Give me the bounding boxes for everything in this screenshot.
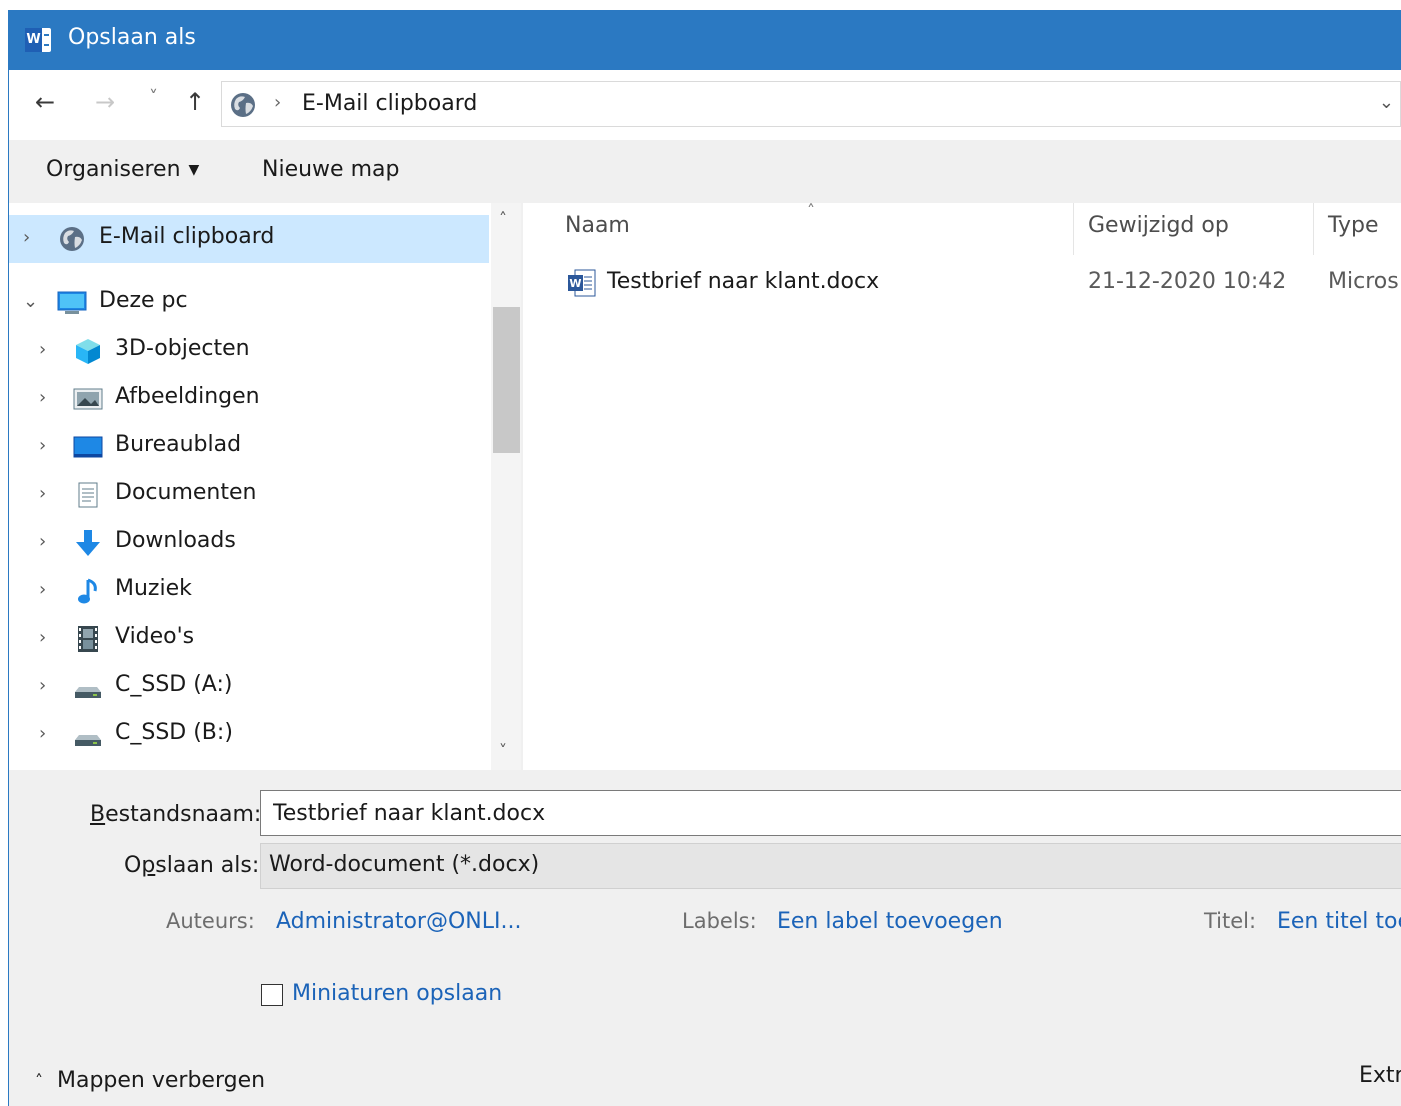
tree-item-videos[interactable]: › Video's xyxy=(9,615,489,663)
forward-button[interactable]: → xyxy=(95,88,115,116)
organize-button[interactable]: Organiseren ▼ xyxy=(46,157,199,182)
breadcrumb-email-clipboard[interactable]: E-Mail clipboard xyxy=(302,91,477,116)
tree-item-this-pc[interactable]: ⌄ Deze pc xyxy=(9,279,489,327)
up-button[interactable]: ↑ xyxy=(185,88,205,116)
authors-field[interactable]: Administrator@ONLI... xyxy=(276,909,521,934)
svg-text:W: W xyxy=(569,277,581,290)
tree-item-3d-objects[interactable]: › 3D-objecten xyxy=(9,327,489,375)
chevron-right-icon[interactable]: › xyxy=(39,675,46,696)
documents-icon xyxy=(78,482,98,508)
back-button[interactable]: ← xyxy=(35,88,55,116)
chevron-right-icon[interactable]: › xyxy=(39,435,46,456)
breadcrumb-separator: › xyxy=(274,92,282,113)
globe-icon xyxy=(60,227,84,251)
labels-field[interactable]: Een label toevoegen xyxy=(777,909,1003,934)
word-document-icon: W xyxy=(568,269,596,297)
tree-item-drive-b[interactable]: › C_SSD (B:) xyxy=(9,711,489,759)
pictures-icon xyxy=(73,388,103,410)
file-modified: 21-12-2020 10:42 xyxy=(1088,269,1287,294)
hide-folders-label: Mappen verbergen xyxy=(57,1068,266,1093)
tree-item-label: C_SSD (A:) xyxy=(115,672,233,697)
chevron-right-icon[interactable]: › xyxy=(39,483,46,504)
pc-icon xyxy=(57,291,87,314)
tree-item-label: Muziek xyxy=(115,576,192,601)
chevron-right-icon[interactable]: › xyxy=(39,339,46,360)
recent-locations-button[interactable]: ˅ xyxy=(149,87,158,108)
downloads-icon xyxy=(76,530,100,556)
tree-item-label: Downloads xyxy=(115,528,236,553)
cube-icon xyxy=(76,339,100,364)
tree-item-music[interactable]: › Muziek xyxy=(9,567,489,615)
tree-item-pictures[interactable]: › Afbeeldingen xyxy=(9,375,489,423)
tree-item-drive-a[interactable]: › C_SSD (A:) xyxy=(9,663,489,711)
desktop-icon xyxy=(73,436,103,458)
tree-item-label: Documenten xyxy=(115,480,257,505)
title-label: Titel: xyxy=(1204,909,1257,933)
chevron-down-icon[interactable]: ⌄ xyxy=(1379,92,1394,113)
column-header-type[interactable]: Type xyxy=(1328,213,1379,238)
scroll-up-icon[interactable]: ˄ xyxy=(499,209,507,228)
file-name: Testbrief naar klant.docx xyxy=(607,269,880,294)
chevron-right-icon[interactable]: › xyxy=(39,723,46,744)
caret-down-icon: ▼ xyxy=(188,162,200,178)
tree-item-documents[interactable]: › Documenten xyxy=(9,471,489,519)
column-header-name[interactable]: Naam xyxy=(565,213,630,238)
scroll-down-icon[interactable]: ˅ xyxy=(499,741,507,760)
word-app-icon: W xyxy=(25,28,51,52)
navigation-bar: ← → ˅ ↑ › E-Mail clipboard ⌄ xyxy=(9,70,1401,140)
tree-item-downloads[interactable]: › Downloads xyxy=(9,519,489,567)
save-thumbnails-checkbox[interactable] xyxy=(261,984,283,1006)
filename-label: Bestandsnaam: xyxy=(90,802,262,827)
music-icon xyxy=(78,578,97,604)
savetype-label: Opslaan als: xyxy=(124,853,260,878)
save-thumbnails-label[interactable]: Miniaturen opslaan xyxy=(292,981,502,1006)
file-list: ˄ Naam Gewijzigd op Type W Testbrief naa… xyxy=(523,201,1401,770)
word-icon-letter: W xyxy=(25,28,42,52)
tree-item-label: Afbeeldingen xyxy=(115,384,260,409)
sort-caret-icon: ˄ xyxy=(807,201,815,220)
navigation-pane: › E-Mail clipboard ⌄ Deze pc › 3D-object… xyxy=(9,203,521,770)
save-as-dialog: W Opslaan als ← → ˅ ↑ › E-Mail clipboard… xyxy=(8,10,1401,1106)
organize-label: Organiseren xyxy=(46,157,181,182)
chevron-down-icon[interactable]: ⌄ xyxy=(23,291,38,312)
filename-input[interactable] xyxy=(260,790,1401,836)
scrollbar-thumb[interactable] xyxy=(493,307,520,453)
new-folder-button[interactable]: Nieuwe map xyxy=(262,157,399,182)
tree-scrollbar[interactable]: ˄ ˅ xyxy=(491,203,521,770)
globe-icon xyxy=(231,93,255,117)
tree-item-label: C_SSD (B:) xyxy=(115,720,233,745)
tree-item-label: Video's xyxy=(115,624,195,649)
labels-label: Labels: xyxy=(682,909,757,933)
chevron-right-icon[interactable]: › xyxy=(39,387,46,408)
tree-item-label: E-Mail clipboard xyxy=(99,224,275,249)
window-title: Opslaan als xyxy=(68,25,196,50)
drive-icon xyxy=(75,687,101,698)
tree-item-label: Deze pc xyxy=(99,288,188,313)
chevron-right-icon[interactable]: › xyxy=(39,531,46,552)
video-icon xyxy=(78,626,98,652)
tree-item-desktop[interactable]: › Bureaublad xyxy=(9,423,489,471)
drive-icon xyxy=(75,735,101,746)
file-type: Micros xyxy=(1328,269,1399,294)
column-header-modified[interactable]: Gewijzigd op xyxy=(1088,213,1229,238)
tree-item-label: 3D-objecten xyxy=(115,336,250,361)
hide-folders-button[interactable]: ˄ Mappen verbergen xyxy=(35,1068,265,1093)
tree-item-email-clipboard[interactable]: › E-Mail clipboard xyxy=(9,215,489,263)
command-bar: Organiseren ▼ Nieuwe map xyxy=(9,140,1401,203)
address-bar[interactable]: › E-Mail clipboard ⌄ xyxy=(221,81,1401,127)
tools-button[interactable]: Extr xyxy=(1359,1063,1401,1088)
title-bar: W Opslaan als xyxy=(9,10,1401,70)
savetype-select[interactable]: Word-document (*.docx) xyxy=(260,843,1401,889)
authors-label: Auteurs: xyxy=(166,909,255,933)
chevron-right-icon[interactable]: › xyxy=(23,227,30,248)
chevron-up-icon: ˄ xyxy=(35,1071,43,1090)
title-field[interactable]: Een titel toe xyxy=(1277,909,1401,934)
chevron-right-icon[interactable]: › xyxy=(39,579,46,600)
chevron-right-icon[interactable]: › xyxy=(39,627,46,648)
file-row[interactable]: W Testbrief naar klant.docx 21-12-2020 1… xyxy=(523,261,1401,301)
tree-item-label: Bureaublad xyxy=(115,432,242,457)
